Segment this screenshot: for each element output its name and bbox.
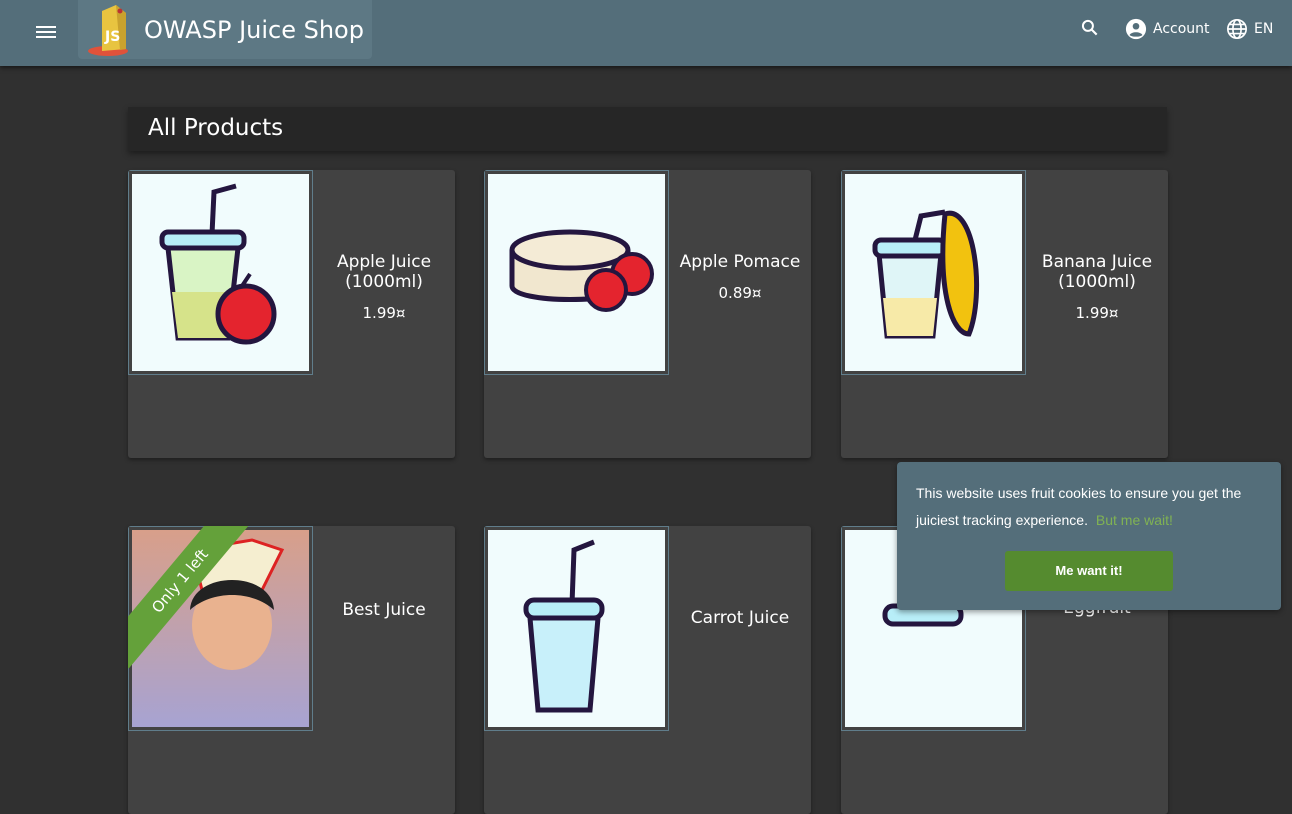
account-button[interactable]: Account [1125, 18, 1210, 40]
product-name: Apple Pomace [679, 252, 801, 272]
product-card[interactable]: Carrot Juice [484, 526, 811, 814]
account-label: Account [1153, 21, 1210, 37]
product-card[interactable]: Apple Juice (1000ml) 1.99¤ [128, 170, 455, 458]
app-title: OWASP Juice Shop [144, 15, 364, 44]
product-card[interactable]: Apple Pomace 0.89¤ [484, 170, 811, 458]
menu-icon[interactable] [36, 23, 56, 39]
product-price: 0.89¤ [718, 284, 762, 302]
product-name: Banana Juice (1000ml) [1041, 252, 1153, 292]
globe-icon [1227, 19, 1247, 39]
product-price: 1.99¤ [1075, 304, 1119, 322]
svg-text:JS: JS [104, 29, 120, 45]
search-button[interactable] [1080, 18, 1100, 38]
product-image [484, 526, 669, 731]
language-button[interactable]: EN [1226, 18, 1273, 40]
product-image [484, 170, 669, 375]
search-icon [1081, 19, 1098, 36]
account-circle-icon [1125, 18, 1147, 40]
cookie-consent-banner: This website uses fruit cookies to ensur… [897, 462, 1281, 610]
product-image [128, 170, 313, 375]
product-price: 1.99¤ [362, 304, 406, 322]
cookie-message: This website uses fruit cookies to ensur… [916, 485, 1242, 528]
juice-shop-logo: JS [88, 4, 128, 56]
product-name: Apple Juice (1000ml) [336, 252, 432, 292]
cookie-learn-more-link[interactable]: But me wait! [1096, 512, 1173, 528]
home-button[interactable]: JS OWASP Juice Shop [78, 0, 372, 59]
product-card[interactable]: Banana Juice (1000ml) 1.99¤ [841, 170, 1168, 458]
top-toolbar: JS OWASP Juice Shop Account EN [0, 0, 1292, 66]
product-image [841, 170, 1026, 375]
language-label: EN [1254, 21, 1274, 37]
product-name: Best Juice [342, 600, 426, 620]
product-card[interactable]: Only 1 left Best Juice [128, 526, 455, 814]
product-name: Carrot Juice [690, 608, 790, 628]
cookie-accept-button[interactable]: Me want it! [1005, 551, 1173, 591]
page-title: All Products [128, 107, 1167, 151]
